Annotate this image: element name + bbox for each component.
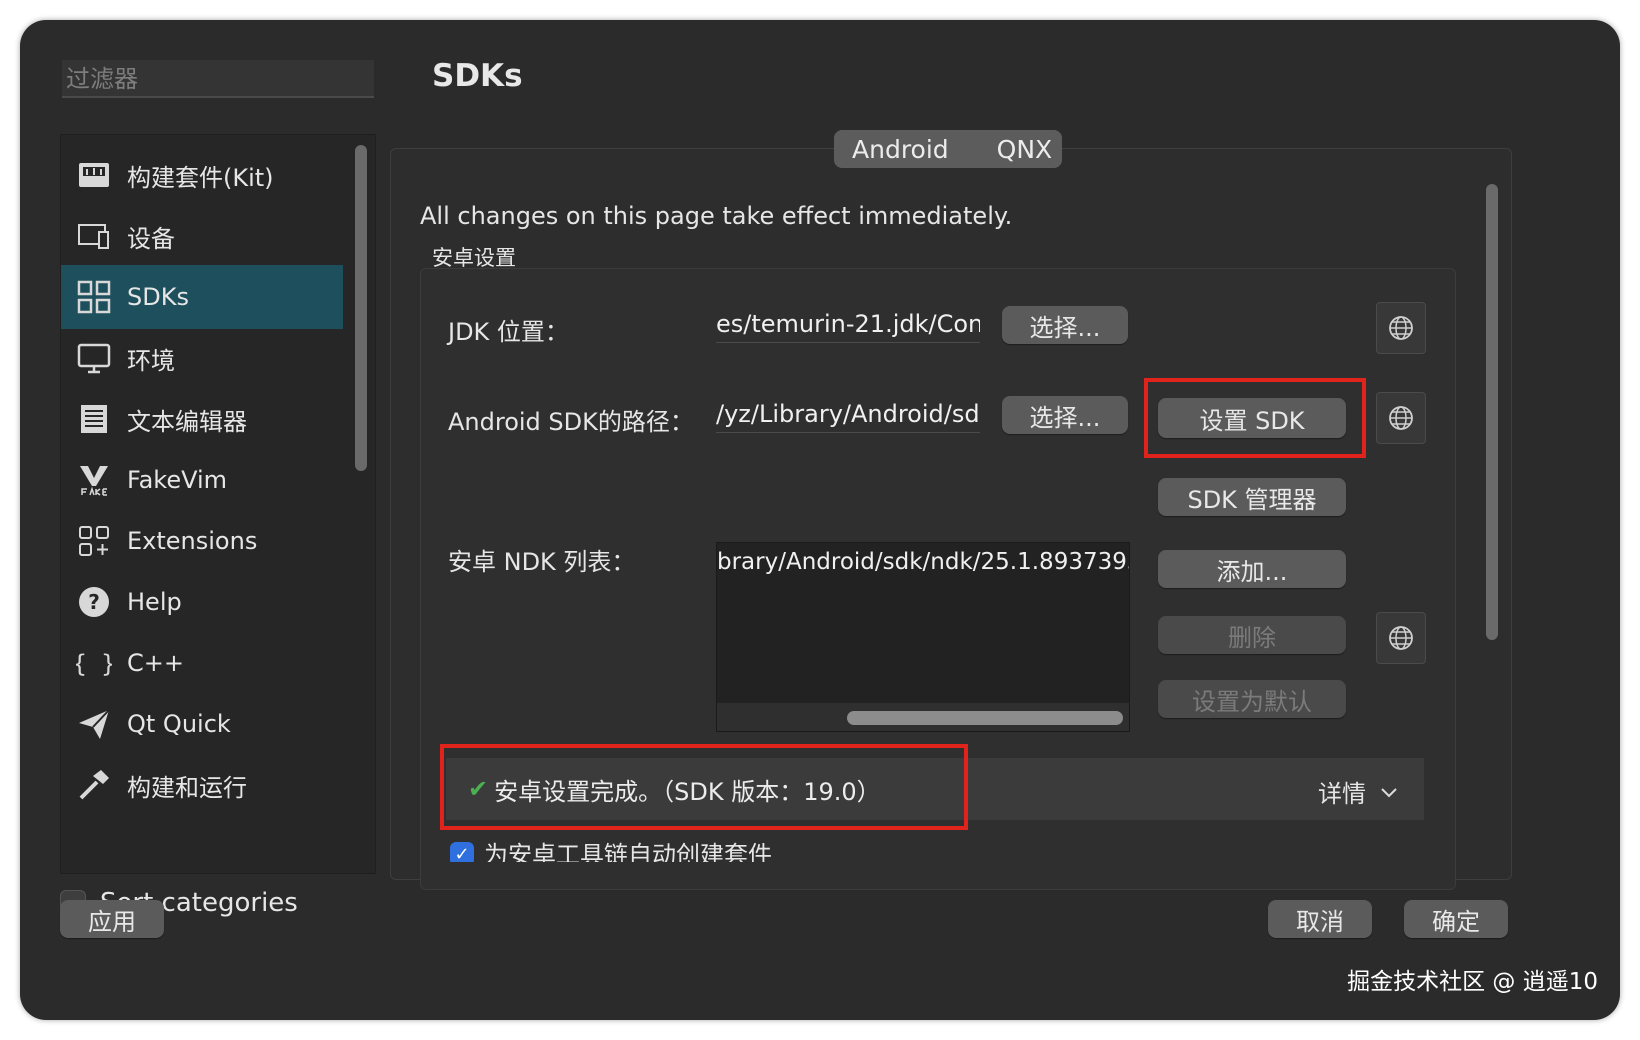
sidebar-item-label: 环境 bbox=[127, 346, 175, 375]
set-default-ndk-button[interactable]: 设置为默认 bbox=[1158, 680, 1346, 718]
sidebar-item-label: FakeVim bbox=[127, 466, 228, 494]
ndk-list-label: 安卓 NDK 列表： bbox=[448, 548, 636, 576]
chevron-down-icon bbox=[1381, 787, 1397, 797]
setup-sdk-highlight bbox=[1144, 378, 1366, 458]
device-icon bbox=[75, 217, 113, 255]
text-editor-icon bbox=[75, 400, 113, 438]
kit-icon bbox=[75, 156, 113, 194]
ok-button[interactable]: 确定 bbox=[1404, 900, 1508, 938]
auto-create-kits-checkbox[interactable]: ✓ bbox=[450, 842, 474, 862]
svg-text:?: ? bbox=[88, 590, 100, 614]
jdk-download-button[interactable] bbox=[1376, 302, 1426, 354]
list-item[interactable]: brary/Android/sdk/ndk/25.1.8937393 bbox=[717, 549, 1129, 575]
ndk-horizontal-scrollbar[interactable] bbox=[847, 711, 1123, 725]
sidebar-item-label: Extensions bbox=[127, 527, 258, 555]
details-label: 详情 bbox=[1318, 780, 1366, 808]
globe-icon bbox=[1389, 406, 1413, 430]
android-sdk-path-label: Android SDK的路径： bbox=[448, 408, 694, 436]
sidebar-item-fakevim[interactable]: FakeVim bbox=[61, 448, 343, 512]
tab-qnx[interactable]: QNX bbox=[997, 135, 1053, 164]
status-highlight bbox=[440, 744, 968, 830]
hammer-icon bbox=[75, 766, 113, 804]
remove-ndk-button[interactable]: 删除 bbox=[1158, 616, 1346, 654]
ndk-list[interactable]: brary/Android/sdk/ndk/25.1.8937393 bbox=[716, 542, 1130, 732]
content-scrollbar[interactable] bbox=[1486, 184, 1498, 640]
qtquick-icon bbox=[75, 705, 113, 743]
sidebar-item-build-run[interactable]: 构建和运行 bbox=[61, 753, 343, 817]
sidebar-scrollbar[interactable] bbox=[355, 145, 367, 471]
preferences-window: 过滤器 SDKs 构建套件(Kit) 设备 SDKs 环境 文本编辑器 Fake… bbox=[20, 20, 1620, 1020]
auto-create-kits-row[interactable]: ✓ 为安卓工具链自动创建套件 bbox=[450, 840, 772, 862]
sidebar-item-label: SDKs bbox=[127, 283, 189, 311]
braces-icon: { } bbox=[75, 644, 113, 682]
sidebar-item-help[interactable]: ? Help bbox=[61, 570, 343, 634]
sidebar-item-label: 构建和运行 bbox=[127, 773, 247, 802]
filter-input[interactable]: 过滤器 bbox=[62, 60, 374, 98]
sidebar-item-text-editor[interactable]: 文本编辑器 bbox=[61, 387, 343, 451]
help-icon: ? bbox=[75, 583, 113, 621]
monitor-icon bbox=[75, 339, 113, 377]
tab-android[interactable]: Android bbox=[852, 135, 949, 164]
jdk-location-label: JDK 位置： bbox=[448, 318, 569, 346]
sidebar-item-label: 构建套件(Kit) bbox=[127, 163, 274, 192]
jdk-choose-button[interactable]: 选择... bbox=[1002, 306, 1128, 344]
sidebar-item-cpp[interactable]: { } C++ bbox=[61, 631, 343, 695]
sidebar-item-label: C++ bbox=[127, 649, 184, 677]
ndk-download-button[interactable] bbox=[1376, 612, 1426, 664]
sidebar-item-label: Help bbox=[127, 588, 182, 616]
globe-icon bbox=[1389, 626, 1413, 650]
sidebar-item-device[interactable]: 设备 bbox=[61, 204, 343, 268]
extensions-icon bbox=[75, 522, 113, 560]
sidebar-item-kit[interactable]: 构建套件(Kit) bbox=[61, 143, 343, 207]
grid-icon bbox=[75, 278, 113, 316]
android-sdk-path-field[interactable]: /yz/Library/Android/sdk bbox=[716, 398, 980, 433]
globe-icon bbox=[1389, 316, 1413, 340]
apply-button[interactable]: 应用 bbox=[60, 900, 164, 938]
details-toggle[interactable]: 详情 bbox=[1318, 774, 1400, 809]
sidebar-item-label: 文本编辑器 bbox=[127, 407, 247, 436]
sidebar-item-extensions[interactable]: Extensions bbox=[61, 509, 343, 573]
fakevim-icon bbox=[75, 461, 113, 499]
cancel-button[interactable]: 取消 bbox=[1268, 900, 1372, 938]
add-ndk-button[interactable]: 添加... bbox=[1158, 550, 1346, 588]
watermark: 掘金技术社区 @ 逍遥10 bbox=[1347, 969, 1598, 995]
sdk-choose-button[interactable]: 选择... bbox=[1002, 396, 1128, 434]
sidebar-item-qtquick[interactable]: Qt Quick bbox=[61, 692, 343, 756]
svg-text:{ }: { } bbox=[76, 650, 112, 678]
platform-tabs: Android QNX bbox=[834, 130, 1062, 168]
jdk-path-field[interactable]: es/temurin-21.jdk/Conte bbox=[716, 308, 980, 343]
sdk-download-button[interactable] bbox=[1376, 392, 1426, 444]
sidebar-item-label: 设备 bbox=[127, 224, 175, 253]
category-sidebar: 构建套件(Kit) 设备 SDKs 环境 文本编辑器 FakeVim Exten… bbox=[60, 134, 376, 874]
sidebar-item-environment[interactable]: 环境 bbox=[61, 326, 343, 390]
sidebar-item-sdks[interactable]: SDKs bbox=[61, 265, 343, 329]
sdk-manager-button[interactable]: SDK 管理器 bbox=[1158, 478, 1346, 516]
page-title: SDKs bbox=[432, 58, 523, 94]
notice-text: All changes on this page take effect imm… bbox=[420, 202, 1013, 230]
sidebar-item-label: Qt Quick bbox=[127, 710, 231, 738]
auto-create-kits-label: 为安卓工具链自动创建套件 bbox=[484, 841, 772, 862]
